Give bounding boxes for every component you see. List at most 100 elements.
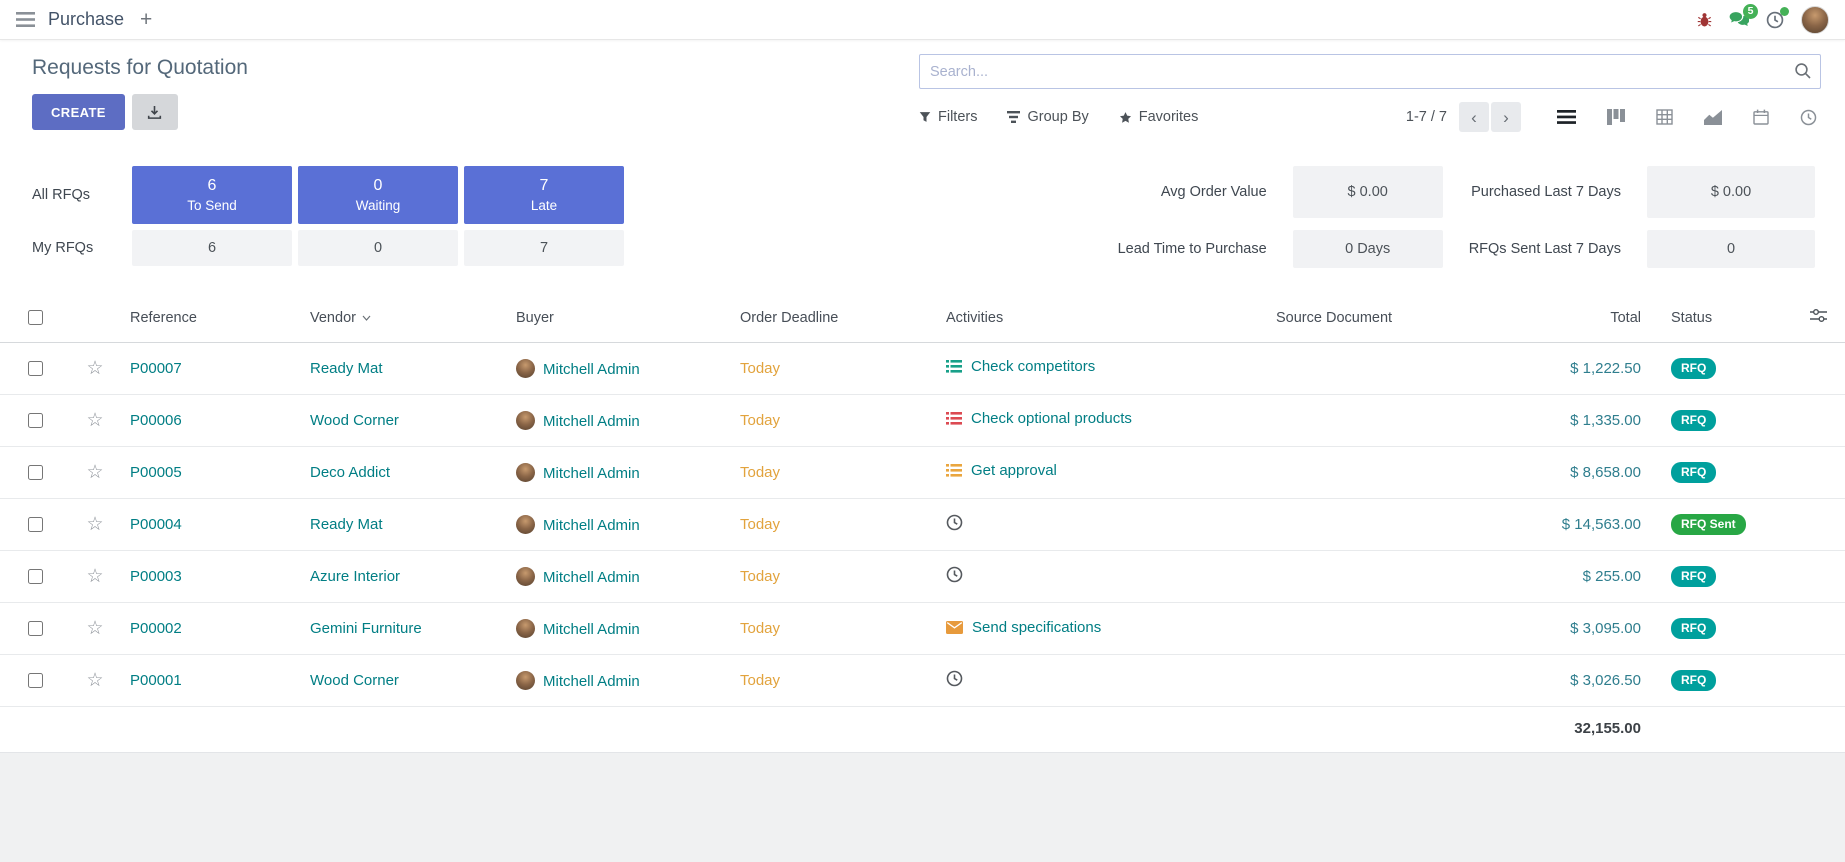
favorite-star-icon[interactable]: ☆ (86, 358, 103, 379)
order-deadline: Today (740, 568, 780, 585)
status-badge: RFQ (1671, 462, 1716, 483)
row-checkbox[interactable] (28, 361, 43, 376)
bug-icon[interactable] (1697, 12, 1712, 28)
group-by-button[interactable]: Group By (1007, 109, 1088, 125)
my-waiting-card[interactable]: 0 (298, 230, 458, 266)
table-row[interactable]: ☆ P00005 Deco Addict Mitchell Admin Toda… (0, 446, 1845, 498)
reference-link[interactable]: P00003 (130, 568, 182, 585)
favorite-star-icon[interactable]: ☆ (86, 462, 103, 483)
view-calendar-icon[interactable] (1753, 109, 1769, 125)
search-input[interactable] (919, 54, 1821, 89)
status-badge: RFQ (1671, 566, 1716, 587)
table-row[interactable]: ☆ P00007 Ready Mat Mitchell Admin Today … (0, 342, 1845, 394)
favorites-button[interactable]: Favorites (1119, 109, 1199, 125)
card-late[interactable]: 7 Late (464, 166, 624, 224)
favorite-star-icon[interactable]: ☆ (86, 410, 103, 431)
favorite-star-icon[interactable]: ☆ (86, 566, 103, 587)
row-checkbox[interactable] (28, 569, 43, 584)
header-total[interactable]: Total (1516, 294, 1661, 342)
select-all-checkbox[interactable] (28, 310, 43, 325)
header-vendor[interactable]: Vendor (300, 294, 506, 342)
total-amount: $ 3,026.50 (1570, 672, 1641, 689)
messages-count-badge: 5 (1743, 4, 1758, 19)
activity-button[interactable]: Check optional products (946, 410, 1132, 427)
filters-button[interactable]: Filters (919, 109, 977, 125)
reference-link[interactable]: P00007 (130, 360, 182, 377)
card-to-send[interactable]: 6 To Send (132, 166, 292, 224)
header-source-document[interactable]: Source Document (1266, 294, 1516, 342)
buyer-name[interactable]: Mitchell Admin (543, 465, 640, 482)
status-badge: RFQ (1671, 410, 1716, 431)
row-checkbox[interactable] (28, 621, 43, 636)
favorite-star-icon[interactable]: ☆ (86, 670, 103, 691)
apps-menu-icon[interactable] (16, 12, 35, 27)
order-deadline: Today (740, 620, 780, 637)
favorite-star-icon[interactable]: ☆ (86, 618, 103, 639)
view-pivot-icon[interactable] (1656, 109, 1673, 125)
total-amount: $ 255.00 (1583, 568, 1641, 585)
pager-counter: 1-7 / 7 (1406, 109, 1447, 125)
reference-link[interactable]: P00005 (130, 464, 182, 481)
reference-link[interactable]: P00002 (130, 620, 182, 637)
vendor-link[interactable]: Wood Corner (310, 672, 399, 689)
status-badge: RFQ (1671, 618, 1716, 639)
vendor-link[interactable]: Azure Interior (310, 568, 400, 585)
pager-previous-icon[interactable]: ‹ (1459, 102, 1489, 132)
header-order-deadline[interactable]: Order Deadline (730, 294, 936, 342)
row-checkbox[interactable] (28, 413, 43, 428)
table-row[interactable]: ☆ P00006 Wood Corner Mitchell Admin Toda… (0, 394, 1845, 446)
reference-link[interactable]: P00006 (130, 412, 182, 429)
user-avatar[interactable] (1801, 6, 1829, 34)
row-checkbox[interactable] (28, 465, 43, 480)
header-activities[interactable]: Activities (936, 294, 1266, 342)
buyer-name[interactable]: Mitchell Admin (543, 361, 640, 378)
my-late-card[interactable]: 7 (464, 230, 624, 266)
table-row[interactable]: ☆ P00002 Gemini Furniture Mitchell Admin… (0, 602, 1845, 654)
vendor-link[interactable]: Ready Mat (310, 360, 383, 377)
vendor-link[interactable]: Deco Addict (310, 464, 390, 481)
reference-link[interactable]: P00001 (130, 672, 182, 689)
card-waiting[interactable]: 0 Waiting (298, 166, 458, 224)
reference-link[interactable]: P00004 (130, 516, 182, 533)
column-settings-icon[interactable] (1791, 294, 1845, 342)
favorite-star-icon[interactable]: ☆ (86, 514, 103, 535)
row-checkbox[interactable] (28, 673, 43, 688)
view-list-icon[interactable] (1557, 109, 1576, 125)
activity-clock-icon[interactable] (1766, 11, 1784, 29)
vendor-link[interactable]: Gemini Furniture (310, 620, 422, 637)
activity-button[interactable]: Send specifications (946, 619, 1101, 636)
create-button[interactable]: CREATE (32, 94, 125, 130)
app-name[interactable]: Purchase (48, 9, 124, 30)
table-row[interactable]: ☆ P00004 Ready Mat Mitchell Admin Today … (0, 498, 1845, 550)
activity-button[interactable] (946, 670, 972, 687)
header-reference[interactable]: Reference (120, 294, 300, 342)
my-to-send-card[interactable]: 6 (132, 230, 292, 266)
buyer-name[interactable]: Mitchell Admin (543, 413, 640, 430)
view-kanban-icon[interactable] (1607, 109, 1625, 125)
search-icon[interactable] (1794, 62, 1812, 85)
activity-button[interactable] (946, 566, 972, 583)
filters-label: Filters (938, 109, 977, 125)
plus-icon[interactable]: + (140, 9, 152, 30)
activity-button[interactable]: Check competitors (946, 358, 1095, 375)
pager-next-icon[interactable]: › (1491, 102, 1521, 132)
status-badge: RFQ Sent (1671, 514, 1746, 535)
messages-icon[interactable]: 5 (1729, 11, 1749, 28)
header-status[interactable]: Status (1661, 294, 1791, 342)
vendor-link[interactable]: Wood Corner (310, 412, 399, 429)
view-graph-icon[interactable] (1704, 110, 1722, 125)
buyer-name[interactable]: Mitchell Admin (543, 517, 640, 534)
view-activity-icon[interactable] (1800, 109, 1817, 126)
buyer-name[interactable]: Mitchell Admin (543, 569, 640, 586)
table-row[interactable]: ☆ P00003 Azure Interior Mitchell Admin T… (0, 550, 1845, 602)
table-footer-row: 32,155.00 (0, 706, 1845, 752)
activity-button[interactable] (946, 514, 972, 531)
export-button[interactable] (132, 94, 178, 130)
row-checkbox[interactable] (28, 517, 43, 532)
header-buyer[interactable]: Buyer (506, 294, 730, 342)
activity-button[interactable]: Get approval (946, 462, 1057, 479)
buyer-name[interactable]: Mitchell Admin (543, 621, 640, 638)
buyer-name[interactable]: Mitchell Admin (543, 673, 640, 690)
table-row[interactable]: ☆ P00001 Wood Corner Mitchell Admin Toda… (0, 654, 1845, 706)
vendor-link[interactable]: Ready Mat (310, 516, 383, 533)
